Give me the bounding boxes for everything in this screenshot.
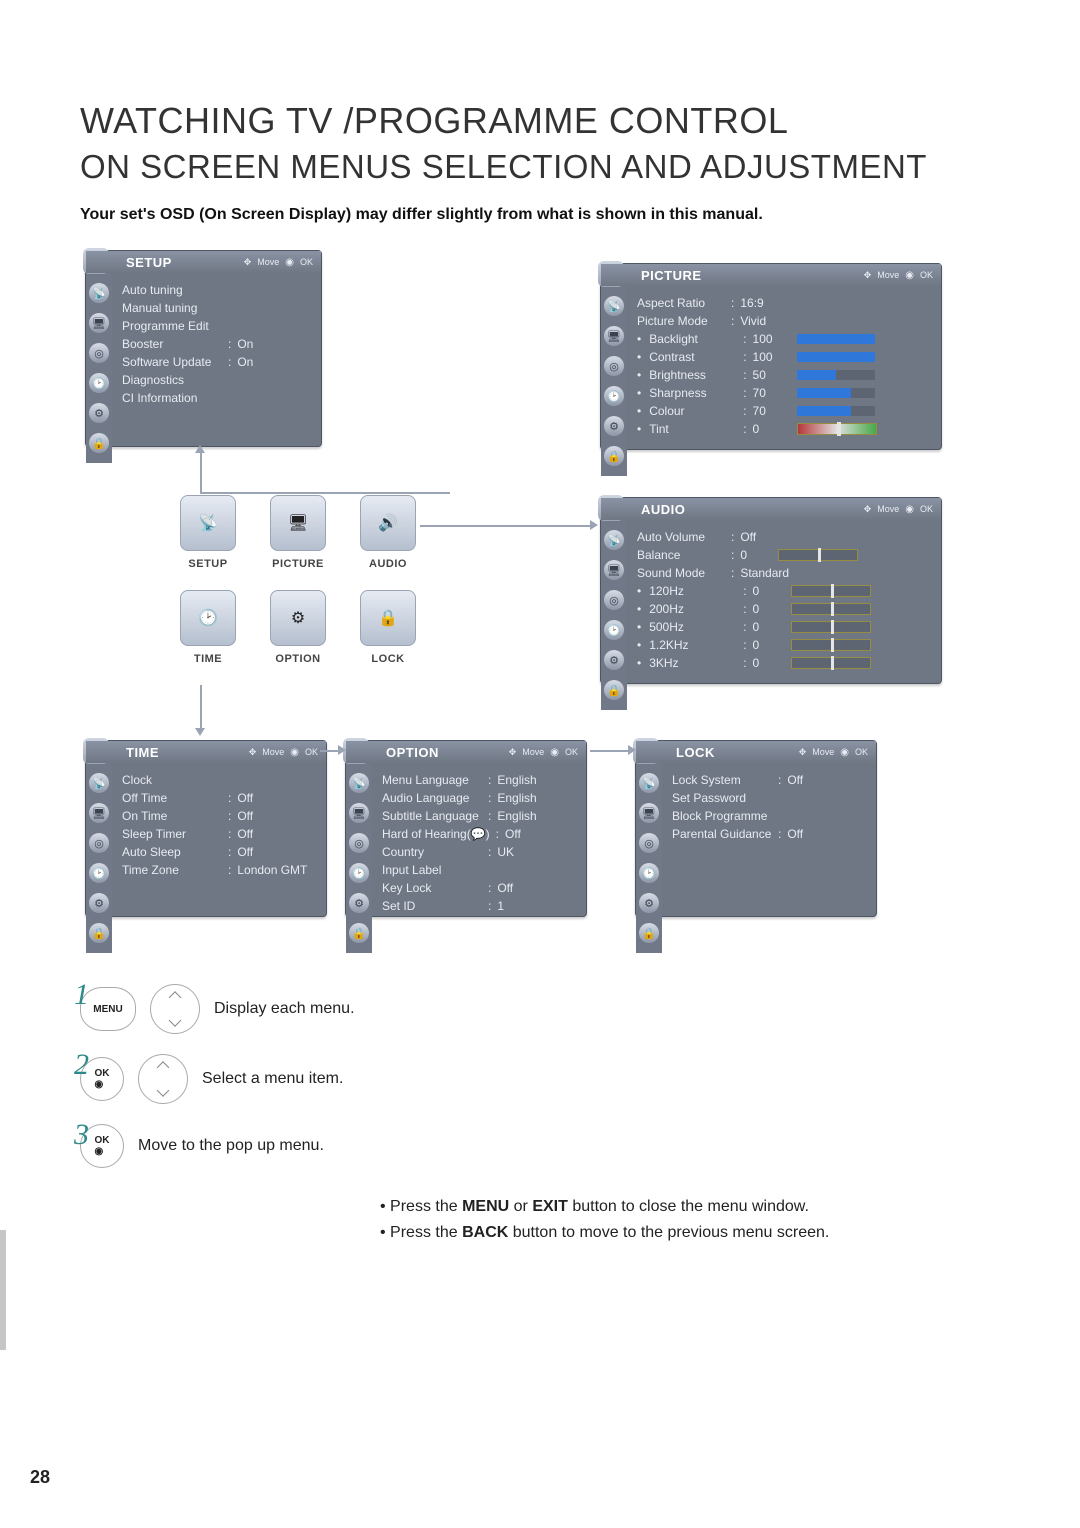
menu-row: 500Hz0	[637, 618, 931, 636]
menu-row: Colour70	[637, 402, 931, 420]
osd-disclaimer: Your set's OSD (On Screen Display) may d…	[80, 206, 1000, 224]
menu-row: Auto tuning	[122, 281, 311, 299]
cluster-setup-icon: 📡SETUP	[180, 495, 236, 551]
menu-row: Block Programme	[672, 807, 866, 825]
menu-row: Brightness50	[637, 366, 931, 384]
cluster-picture-icon: 🖥PICTURE	[270, 495, 326, 551]
menu-row: Audio LanguageEnglish	[382, 789, 576, 807]
menu-row: Balance0	[637, 546, 931, 564]
menu-row: Clock	[122, 771, 316, 789]
sb-icon: 🔒	[89, 433, 109, 453]
picture-list: Aspect Ratio16:9Picture ModeVividBacklig…	[627, 286, 941, 476]
move-ok-hint: ✥Move◉OK	[864, 498, 933, 520]
menu-row: 120Hz0	[637, 582, 931, 600]
setup-title: SETUP	[126, 255, 172, 270]
step-number-2: 2	[74, 1048, 89, 1082]
audio-list: Auto VolumeOffBalance0Sound ModeStandard…	[627, 520, 941, 710]
lock-panel: 🔒 LOCK ✥Move◉OK 📡🖥◎🕑⚙🔒 Lock SystemOffSet…	[635, 740, 877, 917]
direction-pad[interactable]	[138, 1054, 188, 1104]
picture-title: PICTURE	[641, 268, 702, 283]
setup-list: Auto tuningManual tuningProgramme EditBo…	[112, 273, 321, 463]
menu-row: Picture ModeVivid	[637, 312, 931, 330]
time-list: ClockOff TimeOffOn TimeOffSleep TimerOff…	[112, 763, 326, 953]
note-1: • Press the MENU or EXIT button to close…	[380, 1198, 1000, 1216]
menu-row: Diagnostics	[122, 371, 311, 389]
menu-row: BoosterOn	[122, 335, 311, 353]
menu-row: Manual tuning	[122, 299, 311, 317]
menus-diagram: 📡 SETUP ✥Move◉OK 📡 🖥 ◎ 🕑 ⚙ 🔒 Auto tuning…	[80, 250, 1000, 950]
menu-row: 200Hz0	[637, 600, 931, 618]
page-title-1: WATCHING TV /PROGRAMME CONTROL	[80, 100, 1000, 142]
menu-row: Off TimeOff	[122, 789, 316, 807]
menu-row: 3KHz0	[637, 654, 931, 672]
menu-row: Aspect Ratio16:9	[637, 294, 931, 312]
menu-row: Sound ModeStandard	[637, 564, 931, 582]
menu-row: Key LockOff	[382, 879, 576, 897]
step-3-text: Move to the pop up menu.	[138, 1137, 324, 1155]
lock-list: Lock SystemOffSet PasswordBlock Programm…	[662, 763, 876, 953]
sb-icon: 🕑	[89, 373, 109, 393]
remote-steps: 1 MENU Display each menu. 2 OK◉ Select a…	[80, 984, 1000, 1168]
option-panel: ⚙ OPTION ✥Move◉OK 📡🖥◎🕑⚙🔒 Menu LanguageEn…	[345, 740, 587, 917]
sb-icon: ◎	[89, 343, 109, 363]
lock-title: LOCK	[676, 745, 715, 760]
move-ok-hint: ✥Move◉OK	[864, 264, 933, 286]
audio-title: AUDIO	[641, 502, 685, 517]
step-1-text: Display each menu.	[214, 1000, 355, 1018]
menu-cluster: 📡SETUP 🖥PICTURE 🔊AUDIO 🕑TIME ⚙OPTION 🔒LO…	[170, 495, 470, 695]
menu-row: Set ID1	[382, 897, 576, 915]
sb-icon: ⚙	[89, 403, 109, 423]
menu-row: On TimeOff	[122, 807, 316, 825]
time-title: TIME	[126, 745, 159, 760]
menu-row: Input Label	[382, 861, 576, 879]
cluster-option-icon: ⚙OPTION	[270, 590, 326, 646]
cluster-lock-icon: 🔒LOCK	[360, 590, 416, 646]
menu-row: Programme Edit	[122, 317, 311, 335]
menu-row: Parental GuidanceOff	[672, 825, 866, 843]
sb-icon: 🖥	[89, 313, 109, 333]
step-2-text: Select a menu item.	[202, 1070, 343, 1088]
menu-row: Auto VolumeOff	[637, 528, 931, 546]
audio-panel: 🔊 AUDIO ✥Move◉OK 📡🖥◎🕑⚙🔒 Auto VolumeOffBa…	[600, 497, 942, 684]
option-list: Menu LanguageEnglishAudio LanguageEnglis…	[372, 763, 586, 953]
menu-row: Software UpdateOn	[122, 353, 311, 371]
cluster-time-icon: 🕑TIME	[180, 590, 236, 646]
menu-row: Lock SystemOff	[672, 771, 866, 789]
menu-row: Backlight100	[637, 330, 931, 348]
menu-row: Sharpness70	[637, 384, 931, 402]
menu-row: Contrast100	[637, 348, 931, 366]
cluster-audio-icon: 🔊AUDIO	[360, 495, 416, 551]
step-number-1: 1	[74, 978, 89, 1012]
step-1: 1 MENU Display each menu.	[80, 984, 1000, 1034]
note-2: • Press the BACK button to move to the p…	[380, 1224, 1000, 1242]
osd-sidebar: 📡 🖥 ◎ 🕑 ⚙ 🔒	[86, 273, 112, 463]
menu-row: Set Password	[672, 789, 866, 807]
step-2: 2 OK◉ Select a menu item.	[80, 1054, 1000, 1104]
menu-row: Menu LanguageEnglish	[382, 771, 576, 789]
direction-pad[interactable]	[150, 984, 200, 1034]
side-tab	[0, 1230, 6, 1350]
menu-row: Subtitle LanguageEnglish	[382, 807, 576, 825]
menu-row: CI Information	[122, 389, 311, 407]
step-3: 3 OK◉ Move to the pop up menu.	[80, 1124, 1000, 1168]
move-ok-hint: ✥Move◉OK	[244, 251, 313, 273]
menu-row: Sleep TimerOff	[122, 825, 316, 843]
menu-row: CountryUK	[382, 843, 576, 861]
menu-row: Auto SleepOff	[122, 843, 316, 861]
page-number: 28	[30, 1467, 50, 1488]
setup-panel: 📡 SETUP ✥Move◉OK 📡 🖥 ◎ 🕑 ⚙ 🔒 Auto tuning…	[85, 250, 322, 447]
sb-icon: 📡	[89, 283, 109, 303]
picture-panel: 🖥 PICTURE ✥Move◉OK 📡🖥◎🕑⚙🔒 Aspect Ratio16…	[600, 263, 942, 450]
page-title-2: ON SCREEN MENUS SELECTION AND ADJUSTMENT	[80, 148, 1000, 186]
step-number-3: 3	[74, 1118, 89, 1152]
menu-row: 1.2KHz0	[637, 636, 931, 654]
menu-row: Hard of Hearing(💬)Off	[382, 825, 576, 843]
notes: • Press the MENU or EXIT button to close…	[380, 1198, 1000, 1242]
menu-row: Time ZoneLondon GMT	[122, 861, 316, 879]
time-panel: 🕑 TIME ✥Move◉OK 📡🖥◎🕑⚙🔒 ClockOff TimeOffO…	[85, 740, 327, 917]
menu-row: Tint0	[637, 420, 931, 438]
option-title: OPTION	[386, 745, 439, 760]
